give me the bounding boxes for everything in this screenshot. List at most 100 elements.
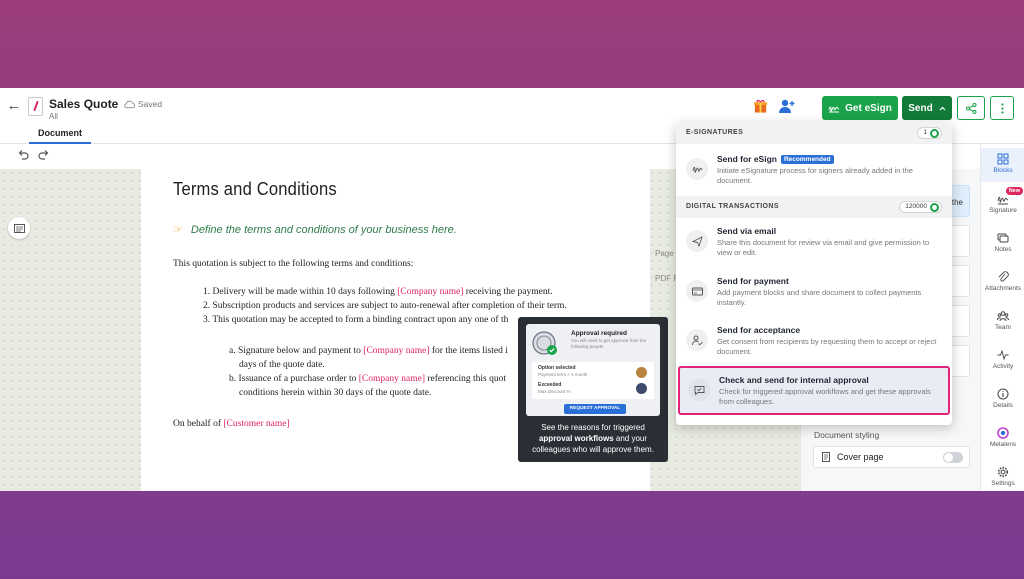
more-options-button[interactable] [990, 96, 1014, 120]
tip-line[interactable]: ☞ Define the terms and conditions of you… [173, 223, 457, 237]
list-text: referencing this quot [425, 374, 506, 384]
send-plane-icon [686, 230, 708, 252]
menu-item-description: Initiate eSignature process for signers … [717, 166, 913, 185]
on-behalf-line[interactable]: On behalf of [Customer name] [173, 419, 290, 429]
tab-document[interactable]: Document [29, 126, 91, 144]
list-item[interactable]: 1. Delivery will be made within 10 days … [203, 287, 553, 297]
sub-list-item[interactable]: b. Issuance of a purchase order to [Comp… [229, 374, 506, 384]
send-label: Send [908, 102, 933, 114]
activity-icon [997, 349, 1009, 361]
list-number: 1. [203, 287, 211, 297]
table-of-contents-button[interactable] [8, 217, 30, 239]
document-styling-label: Document styling [814, 430, 880, 440]
menu-item-send-via-email[interactable]: Send via email Share this document for r… [676, 220, 952, 264]
info-icon [997, 388, 1009, 400]
nav-label: Notes [994, 246, 1012, 253]
menu-item-internal-approval[interactable]: Check and send for internal approval Che… [678, 366, 950, 415]
company-placeholder[interactable]: [Company name] [363, 346, 429, 356]
metalens-icon [997, 427, 1009, 439]
intro-text[interactable]: This quotation is subject to the followi… [173, 259, 413, 269]
signature-icon [997, 196, 1009, 205]
nav-team[interactable]: Team [981, 310, 1024, 331]
esign-credit-counter: 1 [917, 127, 942, 139]
nav-label: Attachments [984, 285, 1022, 292]
cover-page-toggle[interactable] [943, 452, 963, 463]
menu-item-send-for-payment[interactable]: Send for payment Add payment blocks and … [676, 270, 952, 314]
get-esign-button[interactable]: Get eSign [822, 96, 898, 120]
on-behalf-label: On behalf of [173, 419, 224, 429]
exceeded-label: Exceeded [538, 382, 562, 388]
menu-item-title: Send for payment [717, 276, 789, 286]
list-text: Issuance of a purchase order to [238, 374, 359, 384]
counter-value: 120000 [905, 203, 927, 210]
menu-item-send-for-esign[interactable]: Send for eSign Recommended Initiate eSign… [676, 148, 952, 192]
list-item[interactable]: 3. This quotation may be accepted to for… [203, 315, 508, 325]
menu-item-description: Add payment blocks and share document to… [717, 288, 922, 307]
file-icon [822, 452, 830, 462]
menu-item-description: Get consent from recipients by requestin… [717, 337, 937, 356]
avatar [635, 366, 648, 379]
undo-icon[interactable] [17, 149, 29, 161]
counter-value: 1 [923, 129, 927, 136]
gift-icon[interactable] [753, 98, 768, 114]
kebab-menu-icon [1000, 102, 1004, 114]
menu-item-title-text: Send for eSign [717, 154, 777, 164]
menu-item-send-for-acceptance[interactable]: Send for acceptance Get consent from rec… [676, 319, 952, 363]
nav-signature[interactable]: New Signature [981, 187, 1024, 214]
option-value: Payment term > 1 month [538, 372, 588, 377]
sub-list-item-cont: conditions herein within 30 days of the … [239, 388, 432, 398]
transaction-counter: 120000 [899, 201, 942, 213]
customer-placeholder[interactable]: [Customer name] [223, 419, 289, 429]
company-placeholder[interactable]: [Company name] [397, 287, 463, 297]
credit-card-icon [686, 280, 708, 302]
nav-metalens[interactable]: Metalens [981, 427, 1024, 448]
list-number: 3. [203, 315, 211, 325]
menu-item-title: Send for acceptance [717, 325, 801, 335]
nav-notes[interactable]: Notes [981, 232, 1024, 253]
cover-page-label: Cover page [837, 452, 884, 462]
nav-details[interactable]: Details [981, 388, 1024, 409]
list-text: Signature below and payment to [237, 346, 364, 356]
document-title[interactable]: Sales Quote [49, 97, 118, 111]
send-dropdown-menu: E-SIGNATURES 1 Send for eSign Recommended… [676, 122, 952, 425]
document-folder: All [49, 112, 58, 121]
pointing-hand-icon: ☞ [173, 224, 183, 236]
section-header-esignatures: E-SIGNATURES 1 [676, 122, 952, 144]
nav-blocks[interactable]: Blocks [981, 148, 1024, 182]
progress-ring-icon [930, 128, 939, 138]
get-esign-label: Get eSign [845, 102, 892, 114]
list-text: for the items listed i [429, 346, 508, 356]
list-item[interactable]: 2. Subscription products and services ar… [203, 301, 567, 311]
section-heading[interactable]: Terms and Conditions [173, 179, 337, 200]
notes-icon [997, 233, 1009, 243]
card-details: Option selected Payment term > 1 month E… [532, 362, 654, 399]
menu-item-title: Check and send for internal approval [719, 375, 869, 385]
nav-settings[interactable]: Settings [981, 466, 1024, 487]
cover-page-row[interactable]: Cover page [813, 446, 970, 468]
send-button[interactable]: Send [902, 96, 952, 120]
panel-info-text: the [951, 198, 963, 207]
paperclip-icon [998, 271, 1009, 282]
save-status-label: Saved [138, 99, 163, 109]
nav-label: Blocks [993, 167, 1013, 174]
nav-label: Details [993, 402, 1013, 409]
back-arrow-icon[interactable]: ← [6, 98, 22, 114]
card-subtitle: You will need to get approval from the f… [571, 338, 647, 349]
gear-icon [997, 466, 1009, 478]
list-icon [13, 223, 25, 233]
nav-attachments[interactable]: Attachments [981, 271, 1024, 292]
approval-stamp-icon [532, 331, 557, 355]
sub-list-item[interactable]: a. Signature below and payment to [Compa… [229, 346, 508, 356]
list-text: This quotation may be accepted to form a… [212, 315, 509, 325]
list-number: 2. [203, 301, 211, 311]
redo-icon[interactable] [38, 149, 50, 161]
signature-icon [828, 106, 840, 112]
company-placeholder[interactable]: [Company name] [359, 374, 425, 384]
signature-icon [686, 158, 708, 180]
nav-label: Team [995, 324, 1011, 331]
share-button[interactable] [957, 96, 985, 120]
section-title: DIGITAL TRANSACTIONS [686, 203, 779, 210]
add-user-icon[interactable] [778, 98, 796, 114]
save-status: Saved [124, 99, 162, 109]
nav-activity[interactable]: Activity [981, 349, 1024, 370]
